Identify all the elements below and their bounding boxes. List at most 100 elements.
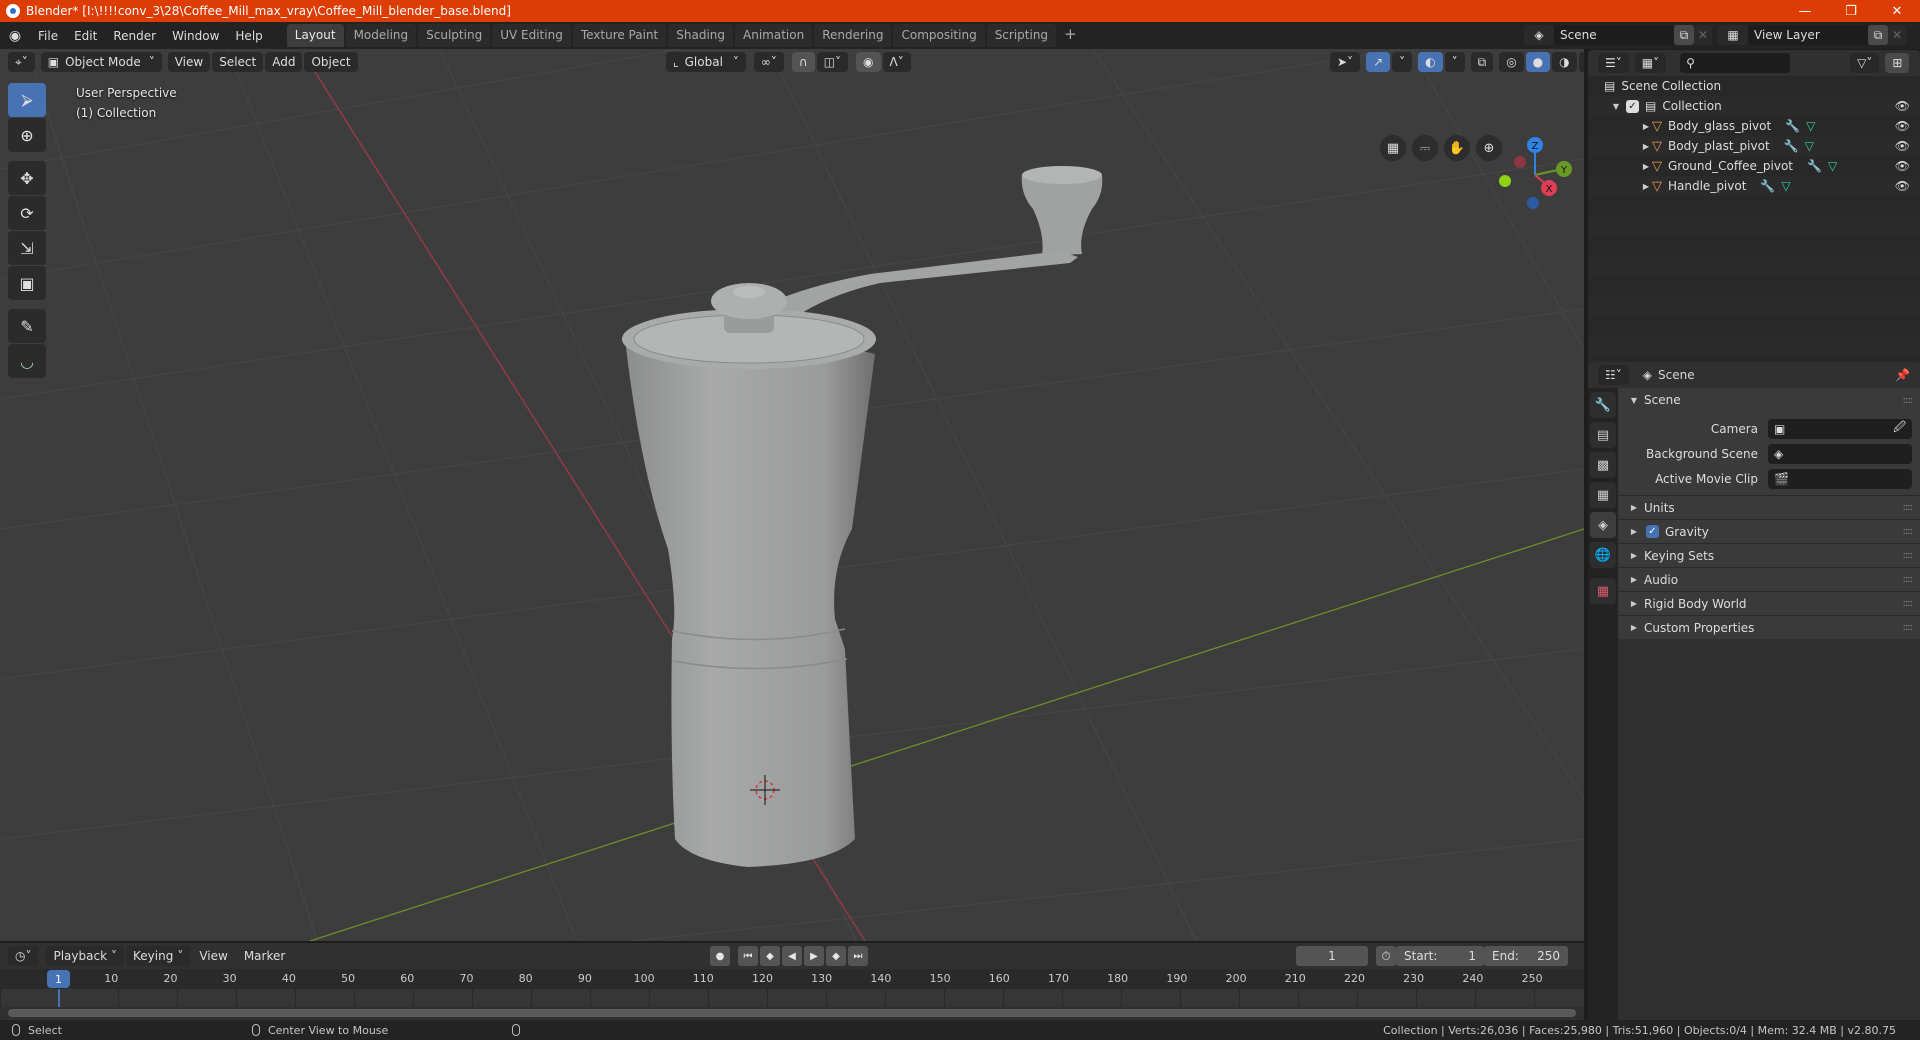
delete-scene-button[interactable]: ✕ [1694, 25, 1712, 45]
shading-rendered[interactable]: ◕ [1578, 52, 1584, 72]
playback-dropdown[interactable]: Playback ˅ [46, 946, 125, 966]
tab-render[interactable]: ▤ [1590, 422, 1616, 448]
selectability-visibility-dropdown[interactable]: ➤˅ [1330, 52, 1361, 72]
scene-panel-header[interactable]: ▼ Scene :::: [1618, 388, 1920, 412]
tab-world[interactable]: 🌐 [1590, 542, 1616, 568]
tab-layout[interactable]: Layout [286, 24, 344, 47]
menu-edit[interactable]: Edit [66, 29, 105, 43]
outliner-collection[interactable]: ▼ ✓ ▤ Collection 👁 [1588, 96, 1920, 116]
neg-z-axis-dot[interactable] [1527, 197, 1539, 209]
tool-scale[interactable]: ⇲ [8, 231, 46, 265]
expand-right-icon[interactable]: ▶ [1640, 162, 1652, 171]
new-scene-button[interactable]: ⧉ [1674, 25, 1694, 45]
eye-icon[interactable]: 👁 [1895, 159, 1910, 173]
tool-move[interactable]: ✥ [8, 161, 46, 195]
keyframe-area[interactable] [0, 989, 1584, 1007]
restore-button[interactable]: ❐ [1828, 0, 1874, 22]
drag-handle-icon[interactable]: :::: [1903, 395, 1914, 406]
camera-view-button[interactable]: ⎓ [1412, 135, 1438, 161]
shading-solid[interactable]: ● [1525, 52, 1551, 72]
tab-rendering[interactable]: Rendering [814, 24, 892, 47]
tab-texture-paint[interactable]: Texture Paint [572, 24, 667, 47]
tool-rotate[interactable]: ⟳ [8, 196, 46, 230]
tab-uv-editing[interactable]: UV Editing [492, 24, 571, 47]
eye-icon[interactable]: 👁 [1895, 139, 1910, 153]
menu-help[interactable]: Help [227, 29, 270, 43]
tool-select-box[interactable]: ⮚ [8, 83, 46, 117]
add-workspace-button[interactable]: + [1058, 24, 1083, 47]
shading-wireframe[interactable]: ◎ [1499, 52, 1524, 72]
timeline-menu-marker[interactable]: Marker [237, 946, 292, 966]
tab-shading[interactable]: Shading [668, 24, 733, 47]
mode-dropdown[interactable]: ▣ Object Mode ˅ [40, 52, 162, 72]
drag-handle-icon[interactable]: :::: [1903, 502, 1914, 513]
drag-handle-icon[interactable]: :::: [1903, 526, 1914, 537]
end-frame-field[interactable]: End: 250 [1484, 946, 1568, 966]
current-frame-indicator[interactable]: 1 [47, 970, 70, 988]
mesh-data-icon[interactable]: ▽ [1828, 159, 1837, 173]
drag-handle-icon[interactable]: :::: [1903, 574, 1914, 585]
view-layer-browse-button[interactable]: ▦ [1718, 25, 1748, 45]
modifier-wrench-icon[interactable]: 🔧 [1760, 179, 1775, 193]
proportional-falloff-dropdown[interactable]: Λ˅ [882, 52, 911, 72]
view-layer-field[interactable]: View Layer [1748, 25, 1868, 45]
tab-texture[interactable]: ▦ [1590, 578, 1616, 604]
menu-window[interactable]: Window [164, 29, 227, 43]
filter-dropdown[interactable]: ▽˅ [1850, 53, 1880, 73]
playhead-line[interactable] [58, 989, 60, 1007]
tab-output[interactable]: ▩ [1590, 452, 1616, 478]
menu-file[interactable]: File [30, 29, 66, 43]
new-view-layer-button[interactable]: ⧉ [1868, 25, 1888, 45]
tab-animation[interactable]: Animation [735, 24, 813, 47]
tab-sculpting[interactable]: Sculpting [418, 24, 491, 47]
use-preview-range-toggle[interactable]: ⏱ [1376, 946, 1396, 966]
3d-viewport[interactable]: ⌖˅ ▣ Object Mode ˅ View Select Add Objec… [0, 49, 1584, 941]
pan-view-button[interactable]: ✋ [1444, 135, 1470, 161]
gravity-panel-header[interactable]: ▶ ✓ Gravity:::: [1618, 519, 1920, 543]
properties-editor-type-button[interactable]: ☷˅ [1598, 365, 1629, 385]
navigation-gizmo[interactable]: Z Y X [1490, 129, 1584, 219]
outliner-object-row[interactable]: ▶ ▽ Ground_Coffee_pivot 🔧 ▽ 👁 [1588, 156, 1920, 176]
menu-view[interactable]: View [167, 52, 211, 72]
play-reverse-button[interactable]: ◀ [782, 946, 802, 966]
editor-type-button[interactable]: ⌖˅ [8, 52, 35, 72]
snap-target-dropdown[interactable]: ◫˅ [816, 52, 849, 72]
modifier-wrench-icon[interactable]: 🔧 [1807, 159, 1822, 173]
audio-panel-header[interactable]: ▶ Audio:::: [1618, 567, 1920, 591]
jump-end-button[interactable]: ⏭ [848, 946, 868, 966]
tab-scene[interactable]: ◈ [1590, 512, 1616, 538]
xray-toggle[interactable]: ⧉ [1470, 52, 1494, 72]
toggle-perspective-button[interactable]: ▦ [1380, 135, 1406, 161]
expand-right-icon[interactable]: ▶ [1640, 122, 1652, 131]
outliner-object-row[interactable]: ▶ ▽ Body_glass_pivot 🔧 ▽ 👁 [1588, 116, 1920, 136]
tab-compositing[interactable]: Compositing [893, 24, 985, 47]
tab-scripting[interactable]: Scripting [986, 24, 1057, 47]
delete-view-layer-button[interactable]: ✕ [1888, 25, 1906, 45]
gizmo-dropdown[interactable]: ˅ [1392, 52, 1413, 72]
tab-modeling[interactable]: Modeling [345, 24, 417, 47]
rigid-body-world-panel-header[interactable]: ▶ Rigid Body World:::: [1618, 591, 1920, 615]
scene-browse-button[interactable]: ◈ [1524, 25, 1554, 45]
tool-cursor[interactable]: ⊕ [8, 118, 46, 152]
mesh-data-icon[interactable]: ▽ [1805, 139, 1814, 153]
units-panel-header[interactable]: ▶ Units:::: [1618, 495, 1920, 519]
active-movie-clip-field[interactable]: 🎬 [1768, 468, 1912, 489]
outliner-object-row[interactable]: ▶ ▽ Body_plast_pivot 🔧 ▽ 👁 [1588, 136, 1920, 156]
camera-field[interactable]: ▣ 🖉 [1768, 418, 1912, 439]
outliner-object-row[interactable]: ▶ ▽ Handle_pivot 🔧 ▽ 👁 [1588, 176, 1920, 196]
overlays-toggle[interactable]: ◐ [1418, 52, 1443, 72]
menu-render[interactable]: Render [105, 29, 164, 43]
overlays-dropdown[interactable]: ˅ [1444, 52, 1465, 72]
frame-ruler[interactable]: 1 10 20 30 40 50 60 70 80 90 100 110 120 130 140 150 16… [0, 969, 1584, 989]
transform-orientation-dropdown[interactable]: ⌞ Global ˅ [666, 52, 746, 72]
gizmo-toggle[interactable]: ↗ [1366, 52, 1391, 72]
tab-view-layer[interactable]: ▦ [1590, 482, 1616, 508]
display-mode-dropdown[interactable]: ▦˅ [1634, 53, 1667, 73]
current-frame-field[interactable]: 1 [1296, 946, 1368, 966]
expand-right-icon[interactable]: ▶ [1640, 182, 1652, 191]
menu-select[interactable]: Select [212, 52, 264, 72]
outliner-search-input[interactable]: ⚲ [1680, 53, 1791, 73]
prev-keyframe-button[interactable]: ◆ [760, 946, 780, 966]
next-keyframe-button[interactable]: ◆ [826, 946, 846, 966]
eye-icon[interactable]: 👁 [1895, 99, 1910, 113]
